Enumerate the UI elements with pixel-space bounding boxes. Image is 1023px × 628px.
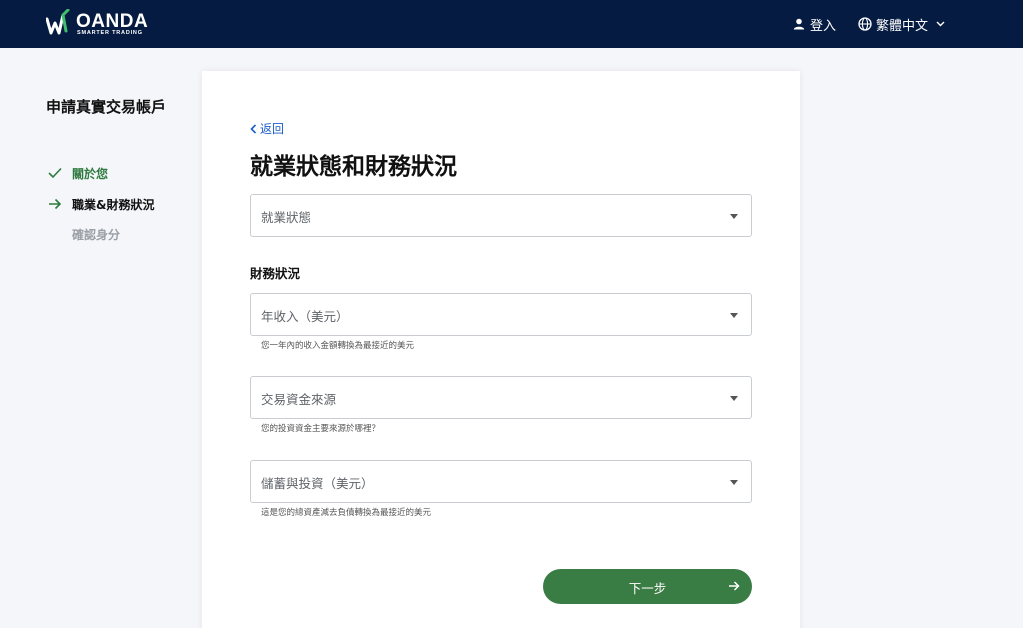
login-label: 登入 — [810, 18, 837, 34]
logo-tagline: SMARTER TRADING — [77, 30, 143, 36]
oanda-logo-mark-icon — [46, 9, 70, 35]
chevron-left-icon — [250, 123, 257, 134]
back-link[interactable]: 返回 — [250, 120, 284, 137]
language-label: 繁體中文 — [876, 18, 929, 34]
chevron-down-icon — [936, 21, 945, 27]
application-title: 申請真實交易帳戶 — [46, 98, 167, 116]
back-label: 返回 — [260, 122, 285, 136]
caret-down-icon — [730, 313, 738, 318]
select-placeholder: 儲蓄與投資（美元） — [261, 476, 374, 491]
financial-section-label: 財務狀況 — [250, 266, 301, 281]
step-label: 關於您 — [72, 166, 109, 181]
step-employment-financial: 職業&財務狀況 — [46, 195, 154, 213]
globe-icon — [858, 17, 872, 31]
select-placeholder: 交易資金來源 — [261, 392, 337, 407]
employment-status-select[interactable]: 就業狀態 — [250, 194, 752, 237]
language-selector[interactable]: 繁體中文 — [858, 14, 945, 34]
funding-source-help: 您的投資資金主要來源於哪裡？ — [261, 424, 381, 434]
arrow-right-icon — [46, 195, 64, 213]
step-verify-identity: 確認身分 — [46, 225, 120, 243]
select-placeholder: 就業狀態 — [261, 210, 312, 225]
user-icon — [793, 18, 805, 30]
check-icon — [46, 164, 64, 182]
step-label: 職業&財務狀況 — [72, 197, 155, 212]
next-label: 下一步 — [628, 582, 667, 596]
step-label: 確認身分 — [72, 227, 121, 242]
login-link[interactable]: 登入 — [793, 14, 836, 34]
arrow-right-icon — [729, 581, 740, 591]
caret-down-icon — [730, 214, 738, 219]
step-about-you[interactable]: 關於您 — [46, 164, 108, 182]
funding-source-select[interactable]: 交易資金來源 — [250, 376, 752, 419]
next-button[interactable]: 下一步 — [543, 569, 752, 604]
caret-down-icon — [730, 396, 738, 401]
savings-investments-select[interactable]: 儲蓄與投資（美元） — [250, 460, 752, 503]
page-title: 就業狀態和財務狀況 — [250, 154, 457, 180]
annual-income-select[interactable]: 年收入（美元） — [250, 293, 752, 336]
caret-down-icon — [730, 480, 738, 485]
select-placeholder: 年收入（美元） — [261, 309, 349, 324]
savings-investments-help: 這是您的總資產減去負債轉換為最接近的美元 — [261, 508, 432, 518]
annual-income-help: 您一年內的收入金額轉換為最接近的美元 — [261, 341, 415, 351]
top-navbar: OANDA SMARTER TRADING 登入 繁體中文 — [0, 0, 1023, 48]
